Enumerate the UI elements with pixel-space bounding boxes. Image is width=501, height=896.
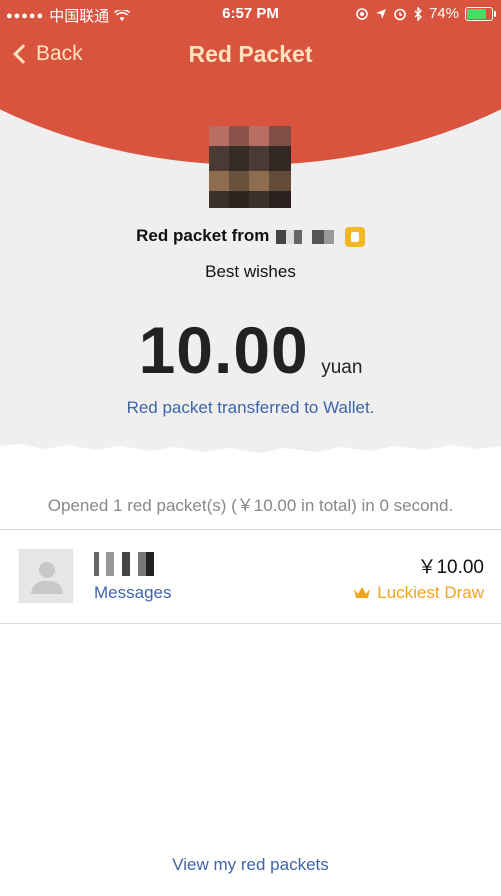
sender-name-redacted (276, 229, 335, 244)
navigation-bar: Back Red Packet (0, 36, 501, 76)
battery-percent: 74% (428, 5, 459, 22)
view-my-red-packets-link[interactable]: View my red packets (0, 855, 501, 875)
battery-fill (467, 8, 487, 19)
alarm-icon (394, 8, 406, 20)
sender-line: Red packet from (0, 226, 501, 247)
receiver-name-redacted (94, 552, 154, 576)
crown-icon (354, 587, 371, 598)
navigation-arrow-icon (375, 8, 386, 19)
amount-value: 10.00 (138, 313, 309, 387)
divider (0, 623, 501, 624)
summary-text: Opened 1 red packet(s) (￥10.00 in total)… (47, 496, 454, 515)
receiver-avatar[interactable] (19, 549, 73, 603)
divider (0, 529, 501, 530)
verified-icon (344, 226, 365, 247)
wallet-link[interactable]: Red packet transferred to Wallet. (0, 398, 501, 418)
wishes-message: Best wishes (205, 262, 296, 281)
amount-row: 10.00 yuan (0, 312, 501, 388)
page-title: Red Packet (188, 41, 313, 67)
messages-link[interactable]: Messages (94, 583, 171, 603)
receiver-amount: ￥10.00 (417, 557, 484, 578)
bluetooth-icon (414, 6, 422, 21)
sender-avatar[interactable] (209, 126, 291, 208)
default-avatar-icon (39, 562, 55, 578)
torn-paper-edge (0, 444, 501, 466)
location-icon (356, 7, 368, 20)
default-avatar-body (31, 581, 63, 594)
amount-unit: yuan (321, 357, 363, 378)
sender-prefix: Red packet from (136, 226, 270, 245)
battery-icon (465, 6, 496, 21)
luckiest-label: Luckiest Draw (377, 583, 484, 602)
status-bar: ●●●●● 中国联通 6:57 PM 74% (0, 0, 501, 28)
luckiest-draw-badge: Luckiest Draw (353, 583, 484, 603)
